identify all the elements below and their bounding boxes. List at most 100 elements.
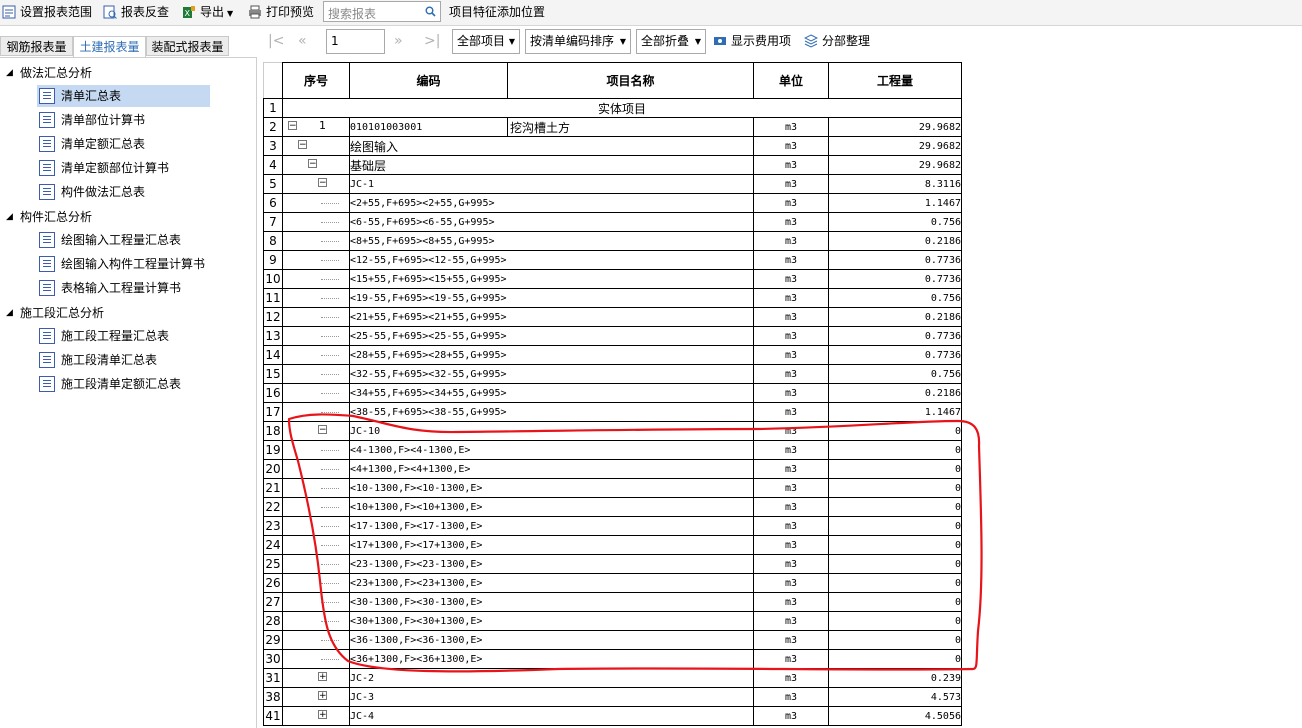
scope-dropdown[interactable]: 全部项目 ▼: [452, 29, 520, 54]
table-row[interactable]: 28 <30+1300,F><30+1300,E> m3 0: [263, 611, 962, 631]
set-report-range-label: 设置报表范围: [20, 5, 93, 19]
seq-cell: +: [282, 706, 350, 726]
expand-toggle-icon[interactable]: +: [318, 691, 327, 701]
expand-toggle-icon[interactable]: +: [318, 672, 327, 682]
tab-civil-report[interactable]: 土建报表量: [73, 36, 146, 58]
quantity-cell: 0: [828, 649, 962, 669]
page-number-input[interactable]: 1: [326, 29, 385, 54]
table-row[interactable]: 18 − JC-10 m3 0: [263, 421, 962, 441]
sort-dropdown[interactable]: 按清单编码排序 ▼: [525, 29, 631, 54]
table-row[interactable]: 31 + JC-2 m3 0.239: [263, 668, 962, 688]
collapse-toggle-icon[interactable]: −: [288, 121, 297, 131]
row-number: 19: [263, 440, 283, 460]
collapse-triangle-icon[interactable]: ◢: [6, 206, 13, 228]
table-row[interactable]: 38 + JC-3 m3 4.573: [263, 687, 962, 707]
unit-cell: m3: [753, 478, 829, 498]
table-row[interactable]: 2−1 010101003001 挖沟槽土方 m3 29.9682: [263, 117, 962, 137]
print-preview-label: 打印预览: [266, 5, 315, 19]
table-row[interactable]: 23 <17-1300,F><17-1300,E> m3 0: [263, 516, 962, 536]
table-row[interactable]: 6 <2+55,F+695><2+55,G+995> m3 1.1467: [263, 193, 962, 213]
header-name: 项目名称: [507, 62, 754, 99]
table-row[interactable]: 27 <30-1300,F><30-1300,E> m3 0: [263, 592, 962, 612]
tab-rebar-label: 钢筋报表量: [6, 40, 67, 54]
expand-toggle-icon[interactable]: +: [318, 710, 327, 720]
tree-item-bill-summary[interactable]: 清单汇总表: [37, 85, 210, 107]
row-number: 14: [263, 345, 283, 365]
unit-cell: m3: [753, 364, 829, 384]
prev-page-button[interactable]: «: [298, 30, 307, 52]
tab-prefab-report[interactable]: 装配式报表量: [146, 36, 229, 56]
table-row[interactable]: 26 <23+1300,F><23+1300,E> m3 0: [263, 573, 962, 593]
set-report-range-button[interactable]: 设置报表范围: [2, 0, 92, 25]
report-table: 序号 编码 项目名称 单位 工程量 1 实体项目 2−1 010101003001 挖沟…: [263, 62, 962, 726]
unit-cell: m3: [753, 269, 829, 289]
unit-cell: m3: [753, 174, 829, 194]
table-row[interactable]: 16 <34+55,F+695><34+55,G+995> m3 0.2186: [263, 383, 962, 403]
table-row[interactable]: 13 <25-55,F+695><25-55,G+995> m3 0.7736: [263, 326, 962, 346]
item-label-cell: JC-4: [349, 706, 754, 726]
table-row[interactable]: 3 − 绘图输入 m3 29.9682: [263, 136, 962, 156]
row-number: 29: [263, 630, 283, 650]
tree-connector-line: [321, 621, 339, 622]
report-search-input[interactable]: 搜索报表: [323, 1, 441, 22]
reorganize-button[interactable]: 分部整理: [804, 29, 870, 54]
layers-icon: [804, 34, 818, 48]
table-row[interactable]: 17 <38-55,F+695><38-55,G+995> m3 1.1467: [263, 402, 962, 422]
seq-cell: +: [282, 668, 350, 688]
table-row[interactable]: 41 + JC-4 m3 4.5056: [263, 706, 962, 726]
table-row[interactable]: 25 <23-1300,F><23-1300,E> m3 0: [263, 554, 962, 574]
section-title: 实体项目: [282, 98, 962, 118]
table-row[interactable]: 11 <19-55,F+695><19-55,G+995> m3 0.756: [263, 288, 962, 308]
table-row[interactable]: 10 <15+55,F+695><15+55,G+995> m3 0.7736: [263, 269, 962, 289]
table-row[interactable]: 19 <4-1300,F><4-1300,E> m3 0: [263, 440, 962, 460]
collapse-toggle-icon[interactable]: −: [318, 425, 327, 435]
table-row[interactable]: 5 − JC-1 m3 8.3116: [263, 174, 962, 194]
collapse-toggle-icon[interactable]: −: [318, 178, 327, 188]
table-row[interactable]: 12 <21+55,F+695><21+55,G+995> m3 0.2186: [263, 307, 962, 327]
table-row[interactable]: 14 <28+55,F+695><28+55,G+995> m3 0.7736: [263, 345, 962, 365]
table-row[interactable]: 8 <8+55,F+695><8+55,G+995> m3 0.2186: [263, 231, 962, 251]
table-row[interactable]: 20 <4+1300,F><4+1300,E> m3 0: [263, 459, 962, 479]
feature-position-menu[interactable]: 项目特征添加位置: [449, 0, 545, 25]
seq-cell: −: [282, 174, 350, 194]
collapse-toggle-icon[interactable]: −: [298, 140, 307, 150]
item-label-cell: <25-55,F+695><25-55,G+995>: [349, 326, 754, 346]
unit-cell: m3: [753, 649, 829, 669]
table-row[interactable]: 24 <17+1300,F><17+1300,E> m3 0: [263, 535, 962, 555]
tree-connector-line: [321, 222, 339, 223]
table-row[interactable]: 21 <10-1300,F><10-1300,E> m3 0: [263, 478, 962, 498]
table-row[interactable]: 1 实体项目: [263, 98, 962, 118]
print-preview-button[interactable]: 打印预览: [248, 0, 314, 25]
collapse-triangle-icon[interactable]: ◢: [6, 62, 13, 84]
row-number: 2: [263, 117, 283, 137]
report-range-icon: [2, 5, 16, 19]
table-row[interactable]: 9 <12-55,F+695><12-55,G+995> m3 0.7736: [263, 250, 962, 270]
report-doc-icon: [39, 112, 55, 128]
search-icon[interactable]: [425, 6, 436, 17]
table-body: 1 实体项目 2−1 010101003001 挖沟槽土方 m3 29.9682 3− 绘图输入…: [263, 98, 962, 726]
seq-cell: [282, 269, 350, 289]
next-page-button[interactable]: »: [394, 30, 403, 52]
table-row[interactable]: 29 <36-1300,F><36-1300,E> m3 0: [263, 630, 962, 650]
fold-dropdown[interactable]: 全部折叠 ▼: [636, 29, 706, 54]
table-row[interactable]: 4 − 基础层 m3 29.9682: [263, 155, 962, 175]
collapse-toggle-icon[interactable]: −: [308, 159, 317, 169]
table-row[interactable]: 15 <32-55,F+695><32-55,G+995> m3 0.756: [263, 364, 962, 384]
quantity-cell: 0.7736: [828, 345, 962, 365]
show-cost-button[interactable]: 显示费用项: [713, 29, 791, 54]
table-row[interactable]: 7 <6-55,F+695><6-55,G+995> m3 0.756: [263, 212, 962, 232]
seq-cell: [282, 649, 350, 669]
collapse-triangle-icon[interactable]: ◢: [6, 302, 13, 324]
unit-cell: m3: [753, 687, 829, 707]
export-button[interactable]: X 导出 ▼: [182, 0, 233, 25]
tree-connector-line: [321, 241, 339, 242]
first-page-button[interactable]: |<: [268, 30, 284, 52]
seq-number: 1: [319, 119, 326, 132]
unit-cell: m3: [753, 383, 829, 403]
quantity-cell: 0: [828, 497, 962, 517]
report-lookup-button[interactable]: 报表反查: [103, 0, 169, 25]
last-page-button[interactable]: >|: [424, 30, 440, 52]
table-row[interactable]: 30 <36+1300,F><36+1300,E> m3 0: [263, 649, 962, 669]
table-row[interactable]: 22 <10+1300,F><10+1300,E> m3 0: [263, 497, 962, 517]
tab-rebar-report[interactable]: 钢筋报表量: [0, 36, 73, 56]
